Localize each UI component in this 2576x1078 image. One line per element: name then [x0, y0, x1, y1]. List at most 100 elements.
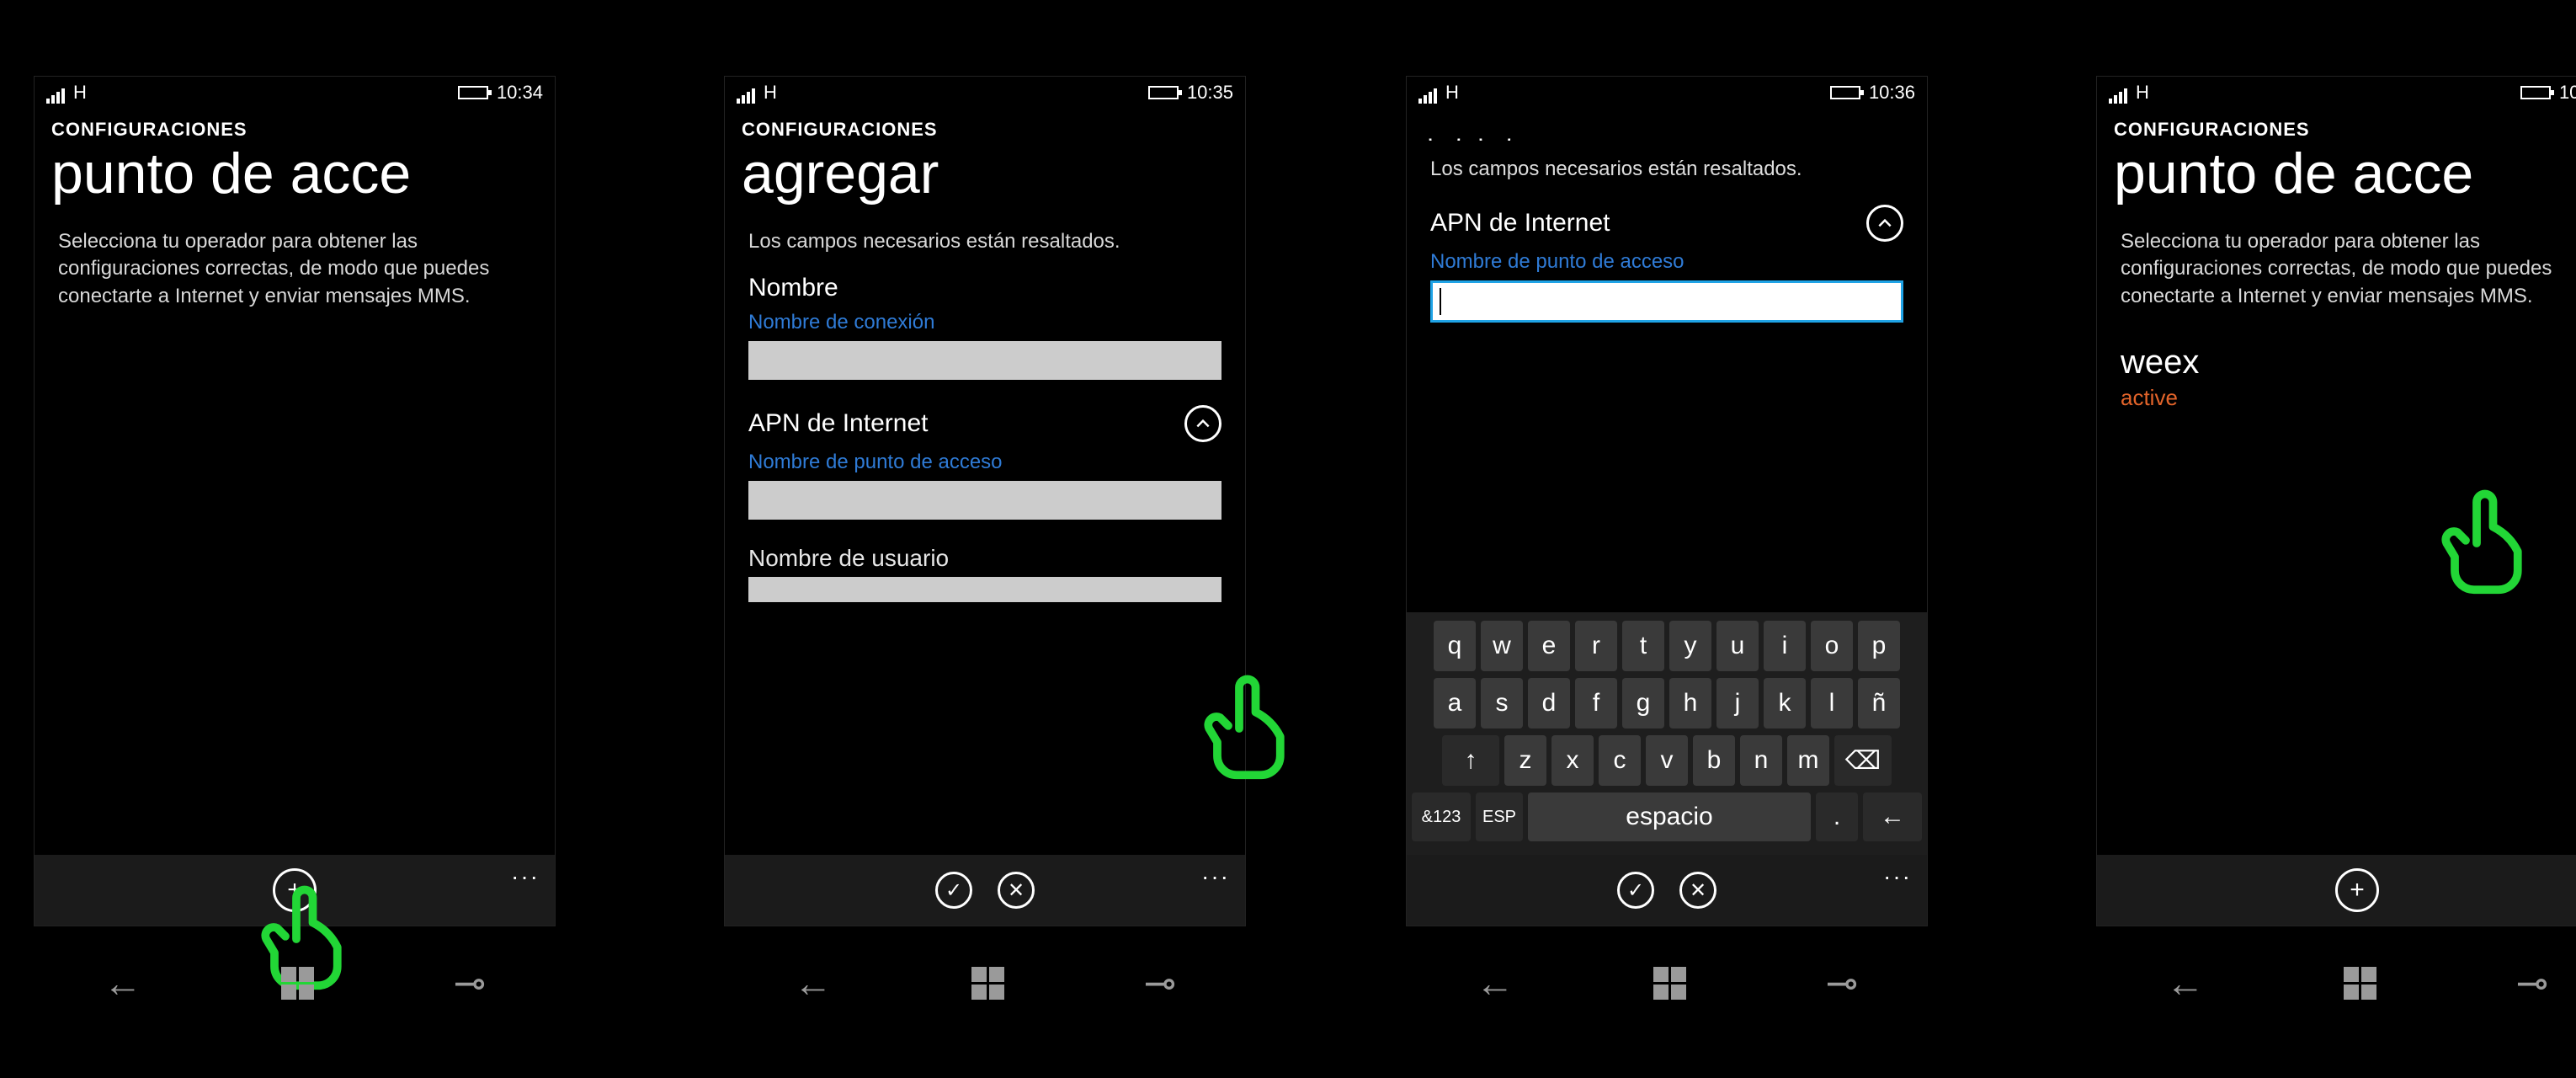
apn-input[interactable]	[1430, 280, 1903, 323]
header-category: CONFIGURACIONES	[35, 107, 555, 141]
search-icon[interactable]: ⊸	[2516, 960, 2549, 1006]
form-hint: Los campos necesarios están resaltados.	[725, 213, 1245, 255]
key-j[interactable]: j	[1716, 678, 1759, 728]
screen-2: H 10:35 CONFIGURACIONES agregar Los camp…	[724, 76, 1246, 926]
status-bar: H 10:34	[2097, 77, 2576, 107]
apn-field-label: Nombre de punto de acceso	[725, 446, 1245, 481]
page-description: Selecciona tu operador para obtener las …	[35, 213, 555, 310]
apn-input[interactable]	[748, 481, 1221, 520]
back-icon[interactable]: ←	[104, 960, 142, 1006]
apn-item[interactable]: weex	[2097, 310, 2576, 382]
key-d[interactable]: d	[1528, 678, 1570, 728]
form-hint: Los campos necesarios están resaltados.	[1407, 141, 1927, 189]
battery-icon	[2520, 86, 2551, 99]
search-icon[interactable]: ⊸	[1144, 960, 1177, 1006]
header-category: CONFIGURACIONES	[725, 107, 1245, 141]
close-icon: ✕	[1690, 878, 1706, 903]
back-icon[interactable]: ←	[794, 960, 833, 1006]
key-f[interactable]: f	[1575, 678, 1617, 728]
key-n[interactable]: n	[1740, 735, 1782, 786]
search-icon[interactable]: ⊸	[1826, 960, 1859, 1006]
key-s[interactable]: s	[1481, 678, 1523, 728]
system-navbar: ← ⊸	[34, 960, 556, 1006]
key-i[interactable]: i	[1764, 621, 1806, 671]
more-button[interactable]: ···	[511, 863, 540, 890]
space-key[interactable]: espacio	[1528, 792, 1811, 841]
key-g[interactable]: g	[1622, 678, 1664, 728]
page-title: punto de acce	[2097, 141, 2576, 213]
search-icon[interactable]: ⊸	[454, 960, 487, 1006]
apn-item-status: active	[2097, 382, 2576, 414]
confirm-button[interactable]: ✓	[1617, 872, 1654, 909]
signal-icon	[737, 88, 755, 104]
status-bar: H 10:36	[1407, 77, 1927, 107]
key-l[interactable]: l	[1811, 678, 1853, 728]
key-p[interactable]: p	[1858, 621, 1900, 671]
shift-key[interactable]: ↑	[1442, 735, 1499, 786]
check-icon: ✓	[1627, 878, 1644, 903]
key-t[interactable]: t	[1622, 621, 1664, 671]
key-e[interactable]: e	[1528, 621, 1570, 671]
clock: 10:34	[2559, 82, 2576, 104]
network-type: H	[2136, 82, 2149, 104]
key-b[interactable]: b	[1693, 735, 1735, 786]
more-button[interactable]: ···	[1201, 863, 1230, 890]
name-field-label: Nombre de conexión	[725, 306, 1245, 341]
cancel-button[interactable]: ✕	[1679, 872, 1716, 909]
key-r[interactable]: r	[1575, 621, 1617, 671]
screen-1: H 10:34 CONFIGURACIONES punto de acce Se…	[34, 76, 556, 926]
collapse-button[interactable]	[1866, 205, 1903, 242]
network-type: H	[1445, 82, 1459, 104]
numeric-key[interactable]: &123	[1412, 792, 1471, 841]
app-bar: ✓ ✕ ···	[1407, 855, 1927, 926]
home-icon[interactable]	[281, 967, 314, 1000]
text-cursor	[1440, 288, 1441, 315]
add-button[interactable]: +	[2335, 868, 2379, 912]
header-category: CONFIGURACIONES	[2097, 107, 2576, 141]
backspace-key[interactable]: ⌫	[1834, 735, 1892, 786]
back-icon[interactable]: ←	[1476, 960, 1514, 1006]
home-icon[interactable]	[1653, 967, 1686, 1000]
apn-section-label: APN de Internet	[748, 409, 928, 438]
cancel-button[interactable]: ✕	[998, 872, 1035, 909]
page-description: Selecciona tu operador para obtener las …	[2097, 213, 2576, 310]
key-v[interactable]: v	[1646, 735, 1688, 786]
key-a[interactable]: a	[1434, 678, 1476, 728]
add-button[interactable]: +	[273, 868, 317, 912]
key-h[interactable]: h	[1669, 678, 1711, 728]
key-w[interactable]: w	[1481, 621, 1523, 671]
close-icon: ✕	[1008, 878, 1025, 903]
collapse-button[interactable]	[1184, 405, 1221, 442]
key-z[interactable]: z	[1504, 735, 1546, 786]
enter-key[interactable]: ←	[1863, 792, 1922, 841]
period-key[interactable]: .	[1816, 792, 1858, 841]
status-bar: H 10:34	[35, 77, 555, 107]
key-u[interactable]: u	[1716, 621, 1759, 671]
home-icon[interactable]	[2344, 967, 2376, 1000]
more-button[interactable]: ···	[1883, 863, 1912, 890]
key-o[interactable]: o	[1811, 621, 1853, 671]
status-bar: H 10:35	[725, 77, 1245, 107]
username-input[interactable]	[748, 577, 1221, 602]
language-key[interactable]: ESP	[1476, 792, 1523, 841]
key-c[interactable]: c	[1599, 735, 1641, 786]
key-k[interactable]: k	[1764, 678, 1806, 728]
back-icon[interactable]: ←	[2166, 960, 2205, 1006]
plus-icon: +	[287, 876, 302, 905]
key-x[interactable]: x	[1551, 735, 1594, 786]
key-y[interactable]: y	[1669, 621, 1711, 671]
clock: 10:34	[497, 82, 543, 104]
connection-name-input[interactable]	[748, 341, 1221, 380]
username-label: Nombre de usuario	[725, 520, 1245, 577]
system-navbar: ← ⊸	[2096, 960, 2576, 1006]
key-q[interactable]: q	[1434, 621, 1476, 671]
home-icon[interactable]	[971, 967, 1004, 1000]
key-m[interactable]: m	[1787, 735, 1829, 786]
chevron-up-icon	[1876, 215, 1893, 232]
page-title: punto de acce	[35, 141, 555, 213]
app-bar: + ···	[2097, 855, 2576, 926]
apn-field-label: Nombre de punto de acceso	[1407, 245, 1927, 280]
system-navbar: ← ⊸	[724, 960, 1246, 1006]
confirm-button[interactable]: ✓	[935, 872, 972, 909]
key-ñ[interactable]: ñ	[1858, 678, 1900, 728]
